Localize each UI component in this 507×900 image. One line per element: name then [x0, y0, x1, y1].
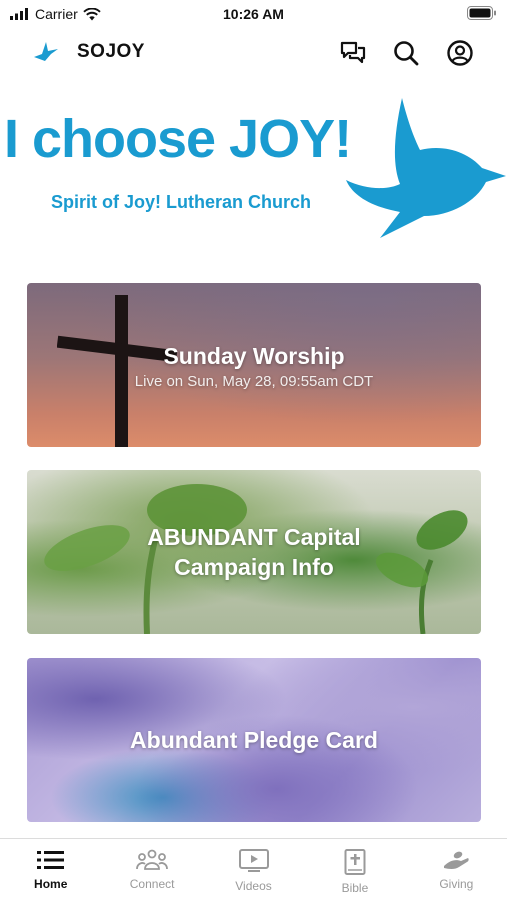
tab-label: Videos	[235, 879, 272, 893]
card-title: Abundant Pledge Card	[130, 727, 378, 753]
card-title-line1: ABUNDANT Capital	[147, 524, 361, 550]
card-text: ABUNDANT Capital Campaign Info	[27, 470, 481, 634]
list-icon	[36, 851, 64, 869]
account-icon	[447, 40, 473, 66]
card-title-line2: Campaign Info	[174, 554, 334, 580]
card-text: Abundant Pledge Card	[27, 658, 481, 822]
bible-icon	[344, 849, 366, 875]
tab-label: Bible	[341, 881, 369, 895]
tv-play-icon	[238, 849, 269, 872]
chat-icon	[340, 41, 366, 64]
battery-icon	[467, 6, 497, 25]
tab-label: Home	[34, 877, 68, 891]
giving-hand-icon	[444, 851, 469, 869]
card-text: Sunday Worship Live on Sun, May 28, 09:5…	[27, 283, 481, 447]
card-title: Sunday Worship	[163, 342, 345, 369]
hero-headline: I choose JOY!	[4, 109, 352, 169]
tab-label: Giving	[439, 877, 474, 891]
tab-videos[interactable]: Videos	[203, 839, 304, 900]
dove-icon	[346, 98, 506, 238]
tab-label: Connect	[129, 877, 175, 891]
profile-button[interactable]	[445, 38, 475, 68]
hero-subtitle: Spirit of Joy! Lutheran Church	[51, 192, 312, 212]
dove-logo-icon	[34, 42, 58, 61]
chat-button[interactable]	[338, 38, 368, 68]
app-title: SOJOY	[77, 41, 145, 62]
status-time: 10:26 AM	[223, 6, 284, 22]
card-subtitle: Live on Sun, May 28, 09:55am CDT	[134, 372, 374, 390]
search-icon	[394, 41, 419, 66]
search-button[interactable]	[391, 38, 421, 68]
app-header: SOJOY	[0, 30, 507, 76]
tab-giving[interactable]: Giving	[406, 839, 507, 900]
card-sunday-worship[interactable]: Sunday Worship Live on Sun, May 28, 09:5…	[27, 283, 481, 447]
status-bar: Carrier 10:26 AM	[0, 0, 507, 28]
card-pledge[interactable]: Abundant Pledge Card	[27, 658, 481, 822]
tab-home[interactable]: Home	[0, 839, 101, 900]
tab-connect[interactable]: Connect	[101, 839, 202, 900]
hero-banner: I choose JOY! Spirit of Joy! Lutheran Ch…	[0, 92, 507, 242]
people-icon	[136, 849, 169, 870]
tab-bible[interactable]: Bible	[304, 839, 405, 900]
card-capital-campaign[interactable]: ABUNDANT Capital Campaign Info	[27, 470, 481, 634]
bottom-tab-bar: Home Connect Videos Bible Giving	[0, 838, 507, 900]
